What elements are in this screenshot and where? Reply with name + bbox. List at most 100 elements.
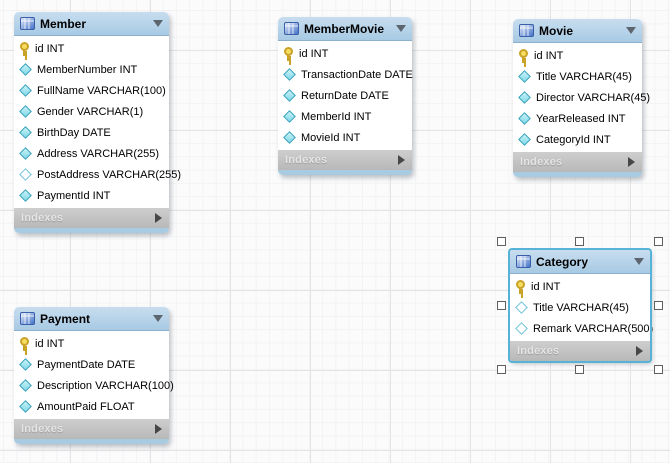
primary-key-icon xyxy=(19,337,30,351)
column-text: MemberId INT xyxy=(301,111,371,123)
table-columns: id INT Title VARCHAR(45) Remark VARCHAR(… xyxy=(510,274,650,341)
column-text: BirthDay DATE xyxy=(37,127,111,139)
column-text: MemberNumber INT xyxy=(37,64,137,76)
column-notnull-diamond-icon xyxy=(19,84,32,97)
indexes-footer[interactable]: Indexes xyxy=(14,208,169,228)
column-row[interactable]: FullName VARCHAR(100) xyxy=(14,80,169,101)
column-notnull-diamond-icon xyxy=(19,105,32,118)
column-row[interactable]: id INT xyxy=(14,38,169,59)
selection-handle-bc[interactable] xyxy=(575,365,584,374)
table-membermovie[interactable]: MemberMovie id INT TransactionDate DATE … xyxy=(278,17,412,175)
indexes-expand-arrow-icon[interactable] xyxy=(636,346,643,356)
column-row[interactable]: id INT xyxy=(513,45,642,66)
column-text: id INT xyxy=(299,48,328,60)
column-row[interactable]: Title VARCHAR(45) xyxy=(513,66,642,87)
column-row[interactable]: AmountPaid FLOAT xyxy=(14,396,169,417)
indexes-footer[interactable]: Indexes xyxy=(14,419,169,439)
collapse-triangle-icon[interactable] xyxy=(153,315,163,322)
column-row[interactable]: Title VARCHAR(45) xyxy=(510,297,650,318)
column-text: id INT xyxy=(534,50,563,62)
table-title: Payment xyxy=(40,312,148,326)
indexes-footer[interactable]: Indexes xyxy=(513,152,642,172)
column-notnull-diamond-icon xyxy=(19,379,32,392)
selection-handle-tc[interactable] xyxy=(575,237,584,246)
table-icon xyxy=(284,22,299,35)
column-row[interactable]: PaymentId INT xyxy=(14,185,169,206)
column-row[interactable]: MemberId INT xyxy=(278,106,412,127)
table-header[interactable]: Member xyxy=(14,12,169,36)
column-text: FullName VARCHAR(100) xyxy=(37,85,166,97)
column-notnull-diamond-icon xyxy=(283,131,296,144)
table-header[interactable]: MemberMovie xyxy=(278,17,412,41)
column-text: PaymentDate DATE xyxy=(37,359,135,371)
table-header[interactable]: Category xyxy=(510,250,650,274)
column-text: Title VARCHAR(45) xyxy=(533,302,629,314)
selection-handle-ml[interactable] xyxy=(497,301,506,310)
selection-handle-bl[interactable] xyxy=(497,365,506,374)
primary-key-icon xyxy=(283,47,294,61)
indexes-footer[interactable]: Indexes xyxy=(510,341,650,361)
table-icon xyxy=(516,255,531,268)
column-row[interactable]: ReturnDate DATE xyxy=(278,85,412,106)
diagram-canvas[interactable]: Member id INT MemberNumber INT FullName … xyxy=(0,0,670,463)
column-notnull-diamond-icon xyxy=(19,147,32,160)
column-text: AmountPaid FLOAT xyxy=(37,401,135,413)
table-header[interactable]: Movie xyxy=(513,19,642,43)
table-title: Member xyxy=(40,17,148,31)
column-row[interactable]: YearReleased INT xyxy=(513,108,642,129)
column-text: id INT xyxy=(531,281,560,293)
column-row[interactable]: Gender VARCHAR(1) xyxy=(14,101,169,122)
indexes-expand-arrow-icon[interactable] xyxy=(155,424,162,434)
column-text: TransactionDate DATE xyxy=(301,69,413,81)
selection-handle-tr[interactable] xyxy=(654,237,663,246)
indexes-label: Indexes xyxy=(21,212,155,224)
indexes-expand-arrow-icon[interactable] xyxy=(398,155,405,165)
table-header[interactable]: Payment xyxy=(14,307,169,331)
selection-handle-tl[interactable] xyxy=(497,237,506,246)
collapse-triangle-icon[interactable] xyxy=(396,25,406,32)
column-notnull-diamond-icon xyxy=(518,133,531,146)
primary-key-icon xyxy=(515,280,526,294)
column-row[interactable]: id INT xyxy=(278,43,412,64)
selection-handle-mr[interactable] xyxy=(654,301,663,310)
column-row[interactable]: CategoryId INT xyxy=(513,129,642,150)
column-nullable-diamond-icon xyxy=(19,168,32,181)
column-row[interactable]: Address VARCHAR(255) xyxy=(14,143,169,164)
column-row[interactable]: PostAddress VARCHAR(255) xyxy=(14,164,169,185)
collapse-triangle-icon[interactable] xyxy=(153,20,163,27)
column-nullable-diamond-icon xyxy=(515,301,528,314)
table-columns: id INT MemberNumber INT FullName VARCHAR… xyxy=(14,36,169,208)
column-text: CategoryId INT xyxy=(536,134,611,146)
column-row[interactable]: Remark VARCHAR(500) xyxy=(510,318,650,339)
column-row[interactable]: id INT xyxy=(510,276,650,297)
column-notnull-diamond-icon xyxy=(283,110,296,123)
column-text: Director VARCHAR(45) xyxy=(536,92,650,104)
column-text: Remark VARCHAR(500) xyxy=(533,323,653,335)
column-notnull-diamond-icon xyxy=(518,70,531,83)
column-row[interactable]: MovieId INT xyxy=(278,127,412,148)
column-row[interactable]: BirthDay DATE xyxy=(14,122,169,143)
column-row[interactable]: PaymentDate DATE xyxy=(14,354,169,375)
table-title: MemberMovie xyxy=(304,22,391,36)
indexes-label: Indexes xyxy=(520,156,628,168)
column-row[interactable]: Director VARCHAR(45) xyxy=(513,87,642,108)
column-row[interactable]: MemberNumber INT xyxy=(14,59,169,80)
indexes-expand-arrow-icon[interactable] xyxy=(628,157,635,167)
table-movie[interactable]: Movie id INT Title VARCHAR(45) Director … xyxy=(513,19,642,177)
indexes-label: Indexes xyxy=(517,345,636,357)
table-title: Category xyxy=(536,255,629,269)
selection-handle-br[interactable] xyxy=(654,365,663,374)
table-member[interactable]: Member id INT MemberNumber INT FullName … xyxy=(14,12,169,233)
column-row[interactable]: id INT xyxy=(14,333,169,354)
collapse-triangle-icon[interactable] xyxy=(634,258,644,265)
table-payment[interactable]: Payment id INT PaymentDate DATE Descript… xyxy=(14,307,169,444)
collapse-triangle-icon[interactable] xyxy=(626,27,636,34)
table-category[interactable]: Category id INT Title VARCHAR(45) Remark… xyxy=(510,250,650,361)
column-row[interactable]: Description VARCHAR(100) xyxy=(14,375,169,396)
column-notnull-diamond-icon xyxy=(19,63,32,76)
indexes-expand-arrow-icon[interactable] xyxy=(155,213,162,223)
column-row[interactable]: TransactionDate DATE xyxy=(278,64,412,85)
column-notnull-diamond-icon xyxy=(518,91,531,104)
table-columns: id INT PaymentDate DATE Description VARC… xyxy=(14,331,169,419)
indexes-footer[interactable]: Indexes xyxy=(278,150,412,170)
